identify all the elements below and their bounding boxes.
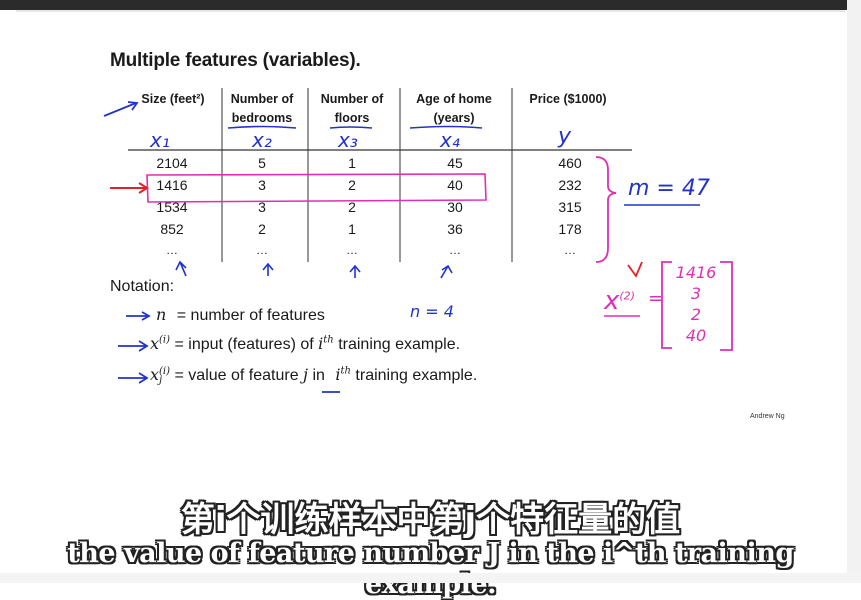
notation-n-symbol: n	[156, 305, 167, 324]
vector-entry: 40	[685, 326, 707, 345]
notation-n-text: = number of features	[176, 307, 325, 324]
col-arrow	[440, 264, 453, 279]
notation-arrow	[126, 311, 151, 321]
m-note: m = 47	[628, 176, 710, 201]
x2-superscript: (2)	[619, 289, 635, 303]
notation-xij-text-in: in	[312, 367, 325, 384]
notation-xi-sup: (i)	[159, 334, 171, 346]
vector-entry: 2	[690, 305, 702, 324]
notation-xij-text-b: training example.	[355, 367, 478, 384]
notation-xi-text-b: training example.	[338, 336, 461, 353]
n-note: n = 4	[410, 302, 454, 321]
notation-n: n = number of features	[156, 305, 325, 325]
vector-entry: 1416	[675, 263, 717, 282]
vector-bracket-right	[720, 261, 733, 351]
notation-xij-sub: j	[159, 374, 163, 386]
video-bottom-bar	[0, 573, 861, 583]
vector-bracket-left	[661, 261, 672, 349]
arrow-to-size	[103, 102, 137, 117]
notation-xij: x (i) j = value of feature j in ith traini…	[150, 365, 477, 385]
slide-credit: Andrew Ng	[750, 413, 785, 420]
brace-m	[595, 156, 617, 263]
notation-xij-j: j	[303, 365, 309, 384]
x2-equals: =	[648, 288, 664, 309]
col-arrow	[175, 260, 187, 277]
x2-vector: 1416 3 2 40	[672, 262, 720, 346]
vector-entry: 3	[690, 284, 702, 303]
subtitle-chinese: 第i个训练样本中第j个特征量的值	[180, 500, 681, 540]
notation-xij-text-a: = value of feature	[174, 367, 299, 384]
notation-xij-symbol: x	[150, 365, 160, 384]
col-arrow	[262, 262, 274, 276]
notation-xi-symbol: x	[150, 334, 160, 353]
x2-symbol: x(2)	[604, 286, 635, 316]
notation-xi-text-a: = input (features) of	[174, 336, 314, 353]
notation-xi: x(i) = input (features) of ith training …	[150, 334, 460, 354]
notation-xi-ith-sup: th	[323, 334, 334, 346]
x2-label: x	[604, 286, 620, 316]
arrow-to-x2	[627, 261, 643, 278]
row-highlight-box	[146, 173, 487, 203]
col-arrow	[349, 264, 361, 278]
notation-arrow	[118, 372, 149, 384]
subtitle-english: the value of feature number J in the i^t…	[67, 538, 794, 600]
underline-bedrooms	[227, 125, 297, 129]
notation-xij-ith-sup: th	[340, 365, 351, 377]
notation-label: Notation:	[110, 278, 175, 295]
underline-age	[409, 125, 483, 129]
underline-floors	[329, 126, 373, 129]
notation-arrow	[118, 340, 149, 352]
